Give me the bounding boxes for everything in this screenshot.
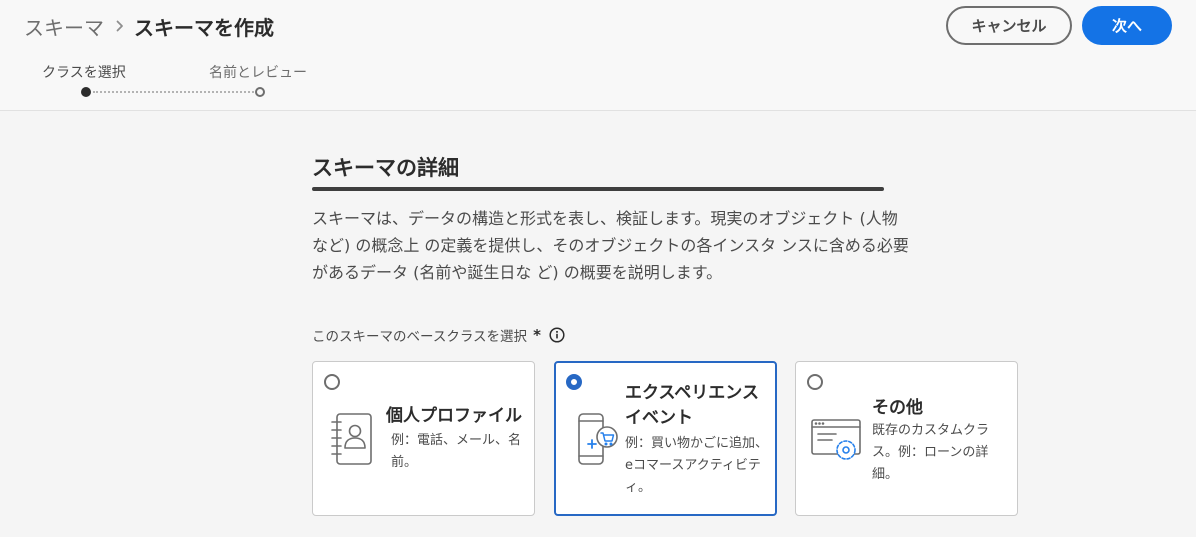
radio-button[interactable] xyxy=(324,374,340,390)
browser-settings-icon xyxy=(810,418,862,466)
step-pending-indicator xyxy=(255,87,265,97)
step-connector xyxy=(93,91,254,93)
page-title: スキーマを作成 xyxy=(134,15,274,40)
breadcrumb: スキーマ スキーマを作成 xyxy=(24,12,274,40)
required-marker: * xyxy=(533,326,541,344)
class-option-other[interactable]: その他 既存のカスタムクラス。例：ローンの詳細。 xyxy=(795,361,1018,516)
chevron-right-icon xyxy=(116,20,124,32)
option-description: 既存のカスタムクラス。例：ローンの詳細。 xyxy=(872,423,990,482)
step-current-indicator xyxy=(81,87,91,97)
section-divider xyxy=(312,187,884,191)
option-title: その他 xyxy=(872,398,923,418)
step-select-class-label: クラスを選択 xyxy=(42,65,126,81)
breadcrumb-root-link[interactable]: スキーマ xyxy=(24,12,104,41)
option-description: 例：電話、メール、名前。 xyxy=(391,433,522,470)
section-title: スキーマの詳細 xyxy=(312,156,459,180)
section-description: スキーマは、データの構造と形式を表し、検証します。現実のオブジェクト (人物など… xyxy=(312,209,909,282)
address-book-icon xyxy=(329,412,375,470)
class-option-individual-profile[interactable]: 個人プロファイル 例：電話、メール、名前。 xyxy=(312,361,535,516)
step-name-review-label: 名前とレビュー xyxy=(209,65,307,81)
option-title: エクスペリエンスイベント xyxy=(625,383,759,428)
next-button[interactable]: 次へ xyxy=(1082,6,1172,45)
info-icon[interactable] xyxy=(549,327,565,343)
class-option-experience-event[interactable]: エクスペリエンスイベント 例：買い物かごに追加、eコマースアクティビティ。 xyxy=(554,361,777,516)
option-description: 例：買い物かごに追加、eコマースアクティビティ。 xyxy=(625,436,769,495)
base-class-field-label: このスキーマのベースクラスを選択 * xyxy=(312,325,565,345)
mobile-cart-icon xyxy=(575,412,621,472)
radio-button[interactable] xyxy=(807,374,823,390)
radio-button-selected[interactable] xyxy=(566,374,582,390)
header-bar: スキーマ スキーマを作成 キャンセル 次へ クラスを選択 名前とレビュー xyxy=(0,0,1196,111)
base-class-label-text: このスキーマのベースクラスを選択 xyxy=(312,329,528,345)
cancel-button[interactable]: キャンセル xyxy=(946,6,1072,45)
option-title: 個人プロファイル xyxy=(386,406,522,426)
